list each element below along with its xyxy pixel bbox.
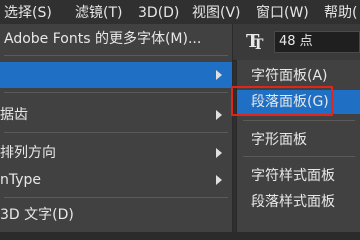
type-menu-dropdown: Adobe Fonts 的更多字体(M)... 据齿 排列方向 nType 3D… [0,24,233,232]
menu-item-orientation[interactable]: 排列方向 [0,140,232,166]
submenu-separator [243,156,355,157]
menu-bar: 选择(S) 滤镜(T) 3D(D) 视图(V) 窗口(W) 帮助( [0,0,360,25]
menu-item-anti-alias[interactable]: 据齿 [0,102,232,128]
submenu-item-label: 字符面板(A) [251,68,328,84]
menu-separator [4,197,228,198]
submenu-item-character-styles-panel[interactable]: 字符样式面板 [237,164,360,188]
menu-item-label: 排列方向 [0,145,56,161]
submenu-item-character-panel[interactable]: 字符面板(A) [237,64,360,88]
submenu-separator [243,120,355,121]
submenu-item-glyphs-panel[interactable]: 字形面板 [237,128,360,152]
menu-window[interactable]: 窗口(W) [256,0,309,24]
submenu-item-label: 字形面板 [251,132,307,148]
submenu-arrow-icon [216,175,222,185]
text-orientation-icon[interactable]: TT [246,31,268,53]
menu-item-panels[interactable] [0,62,232,88]
menu-select[interactable]: 选择(S) [4,0,52,24]
menu-filter[interactable]: 滤镜(T) [75,0,122,24]
submenu-item-paragraph-styles-panel[interactable]: 段落样式面板 [237,190,360,214]
menu-item-3d-text[interactable]: 3D 文字(D) [0,202,232,228]
menu-separator [4,55,228,56]
annotation-highlight-box [231,86,333,116]
menu-3d[interactable]: 3D(D) [138,0,179,24]
photoshop-window: 选择(S) 滤镜(T) 3D(D) 视图(V) 窗口(W) 帮助( TT 48 … [0,0,360,232]
menu-item-opentype[interactable]: nType [0,167,232,193]
options-toolbar: TT 48 点 [232,24,360,61]
menu-item-label: nType [0,172,42,188]
menu-item-adobe-fonts[interactable]: Adobe Fonts 的更多字体(M)... [0,26,232,52]
submenu-arrow-icon [216,70,222,80]
submenu-item-label: 字符样式面板 [251,168,335,184]
font-size-field[interactable]: 48 点 [274,31,360,53]
menu-help[interactable]: 帮助( [324,0,357,24]
menu-item-label: Adobe Fonts 的更多字体(M)... [4,31,202,47]
menu-separator [4,92,228,93]
menu-item-label: 3D 文字(D) [0,207,74,223]
submenu-arrow-icon [216,110,222,120]
submenu-arrow-icon [216,148,222,158]
menu-item-label: 据齿 [0,107,28,123]
menu-view[interactable]: 视图(V) [192,0,241,24]
menu-separator [4,132,228,133]
submenu-item-label: 段落样式面板 [251,194,335,210]
